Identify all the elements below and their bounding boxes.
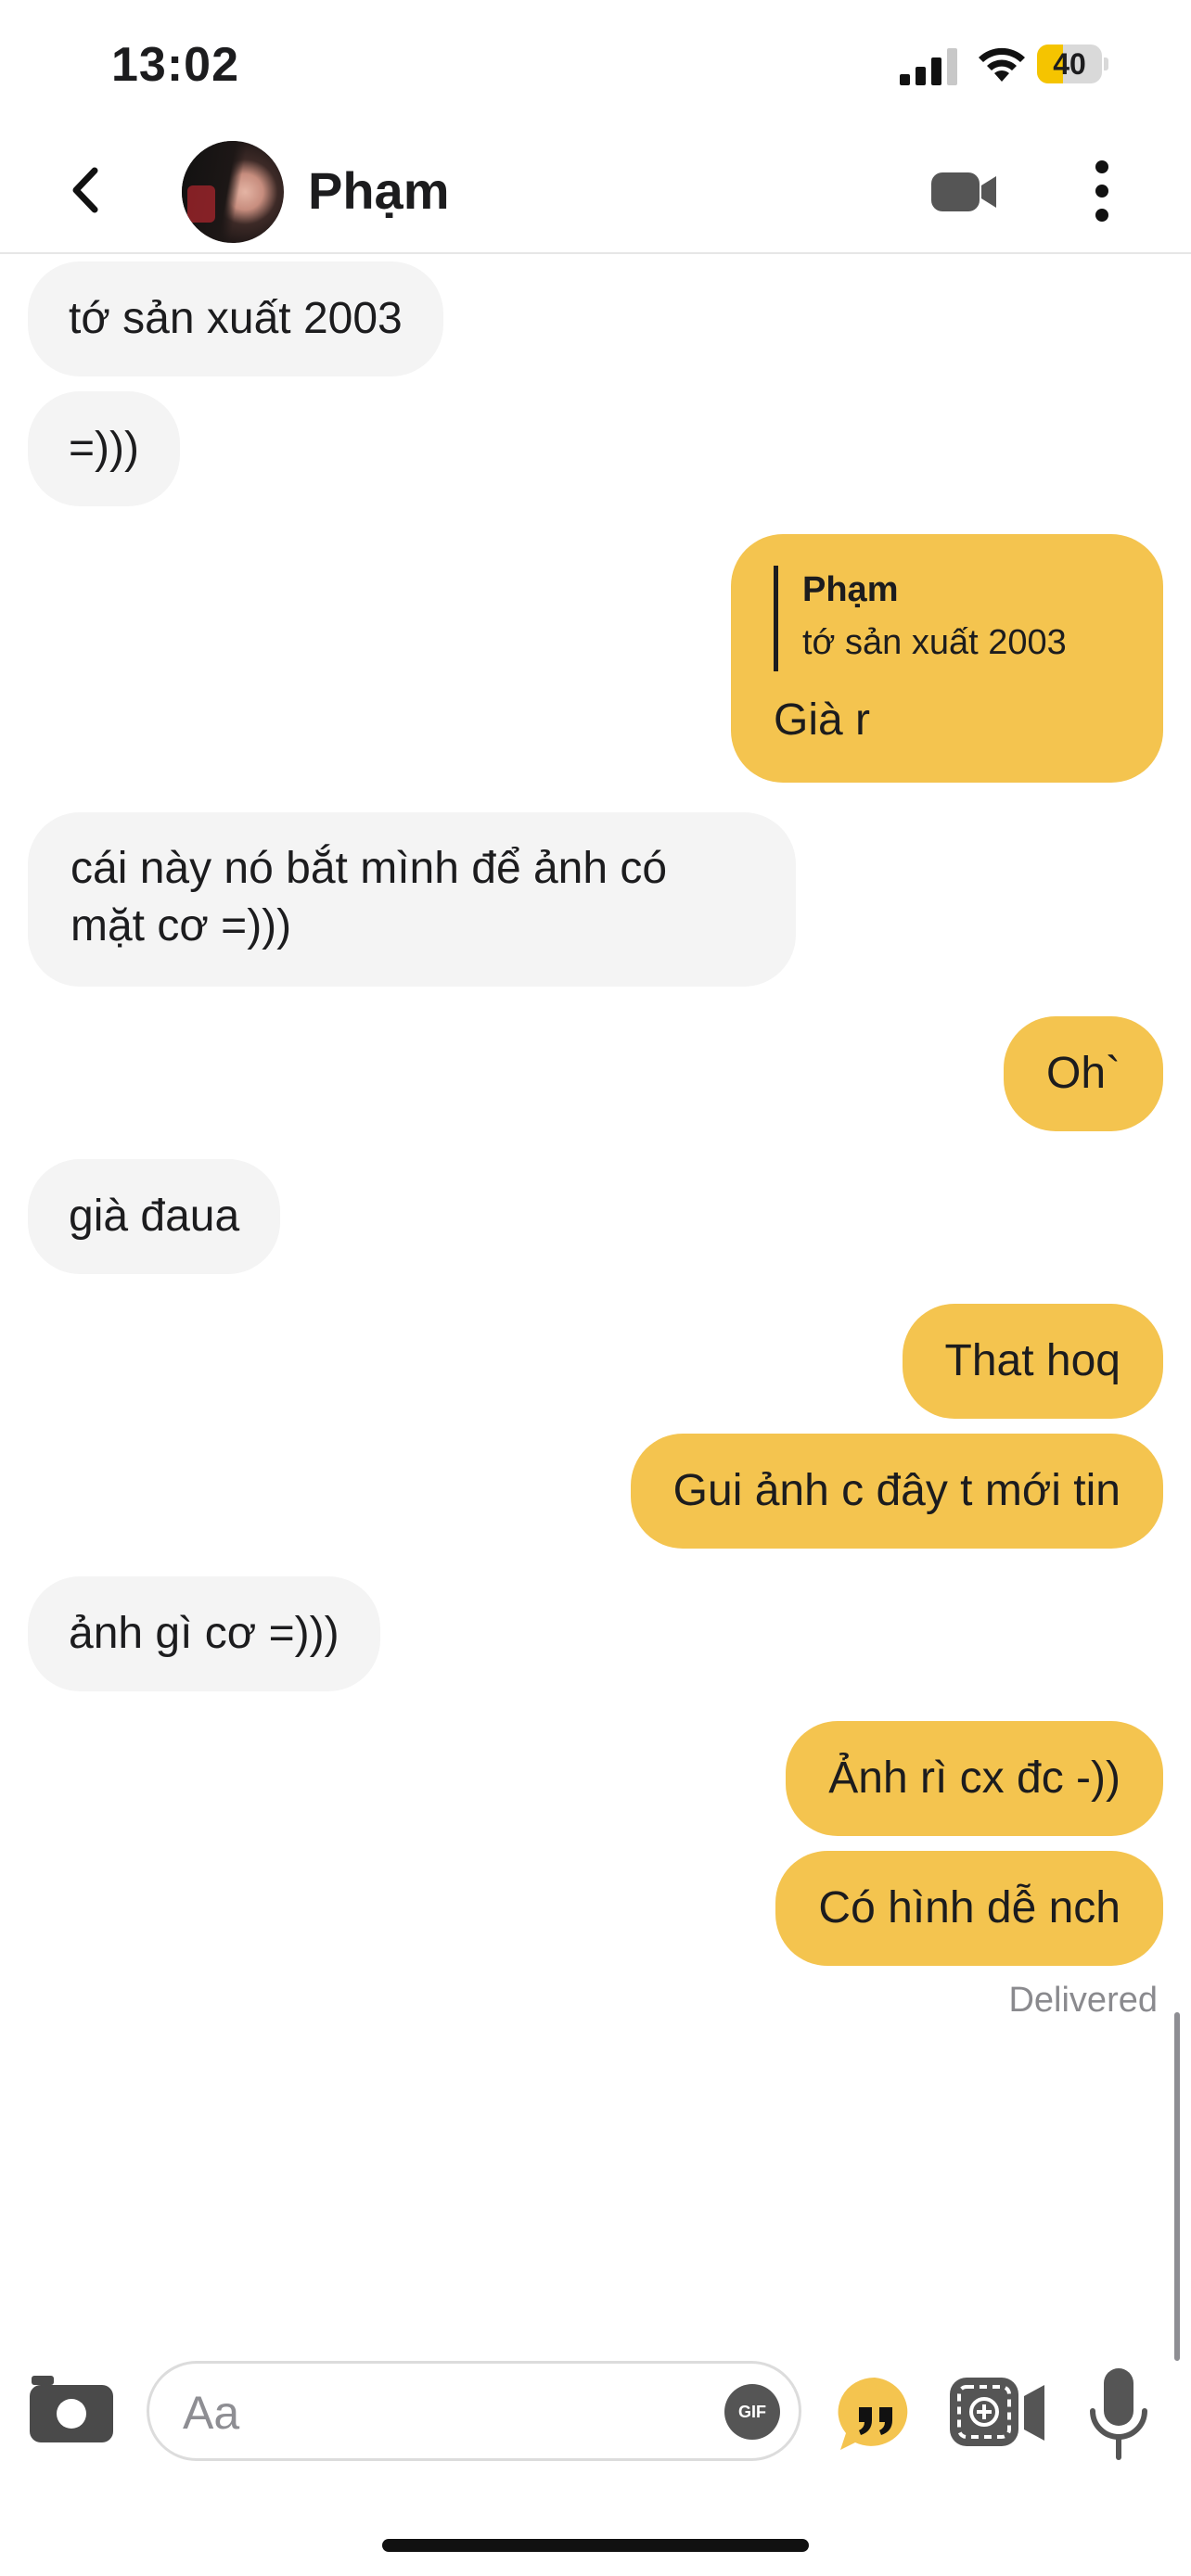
outgoing-reply-message[interactable]: Phạm tớ sản xuất 2003 Già r xyxy=(731,534,1163,783)
quick-reply-button[interactable] xyxy=(835,2374,915,2454)
vertical-ellipsis-icon xyxy=(1095,160,1108,222)
back-button[interactable] xyxy=(56,158,121,223)
video-call-button[interactable] xyxy=(928,165,1002,217)
contact-name[interactable]: Phạm xyxy=(308,160,450,221)
camera-icon xyxy=(30,2376,113,2442)
photo-effect-button[interactable] xyxy=(944,2372,1048,2454)
outgoing-message[interactable]: That hoq xyxy=(902,1304,1163,1419)
battery-icon: 40 xyxy=(1037,45,1102,83)
chevron-left-icon xyxy=(72,167,98,213)
video-camera-icon xyxy=(931,172,996,211)
battery-tip xyxy=(1104,57,1108,70)
incoming-message[interactable]: già đaua xyxy=(28,1159,281,1274)
avatar-photo-detail xyxy=(187,185,215,223)
wifi-icon xyxy=(979,47,1025,82)
incoming-message[interactable]: ảnh gì cơ =))) xyxy=(28,1576,380,1691)
quoted-author: Phạm xyxy=(802,570,899,609)
scrollbar[interactable] xyxy=(1174,2012,1180,2361)
voice-message-button[interactable] xyxy=(1085,2366,1152,2463)
cellular-signal-icon xyxy=(900,48,957,85)
chat-header: Phạm xyxy=(0,130,1191,254)
camera-button[interactable] xyxy=(28,2374,115,2444)
microphone-icon xyxy=(1090,2368,1147,2460)
battery-level: 40 xyxy=(1053,47,1086,81)
incoming-message[interactable]: cái này nó bắt mình để ảnh có mặt cơ =))… xyxy=(28,812,796,987)
photo-effect-icon xyxy=(950,2378,1044,2446)
status-time: 13:02 xyxy=(111,38,239,92)
message-input[interactable]: Aa GIF xyxy=(147,2361,801,2461)
outgoing-message[interactable]: Gui ảnh c đây t mới tin xyxy=(630,1434,1163,1549)
outgoing-message[interactable]: Có hình dễ nch xyxy=(775,1851,1163,1966)
delivery-status: Delivered xyxy=(1008,1981,1158,2020)
incoming-message[interactable]: =))) xyxy=(28,391,180,506)
message-text-line: cái này nó bắt mình để ảnh có xyxy=(70,844,668,893)
outgoing-message[interactable]: Ảnh rì cx đc -)) xyxy=(786,1721,1163,1836)
message-text-line: mặt cơ =))) xyxy=(70,901,292,950)
quote-bubble-icon xyxy=(838,2377,908,2450)
more-options-button[interactable] xyxy=(1082,158,1122,224)
message-input-placeholder: Aa xyxy=(183,2387,240,2439)
incoming-message[interactable]: tớ sản xuất 2003 xyxy=(28,261,443,376)
contact-avatar[interactable] xyxy=(182,141,284,243)
home-indicator[interactable] xyxy=(382,2539,809,2552)
outgoing-message[interactable]: Oh` xyxy=(1003,1016,1163,1131)
quoted-text: tớ sản xuất 2003 xyxy=(802,623,1067,662)
status-bar: 13:02 40 xyxy=(0,0,1191,130)
reply-text: Già r xyxy=(774,695,871,745)
battery-indicator: 40 xyxy=(1037,45,1108,83)
quoted-message: Phạm tớ sản xuất 2003 xyxy=(774,566,1121,671)
gif-button[interactable]: GIF xyxy=(724,2384,780,2440)
